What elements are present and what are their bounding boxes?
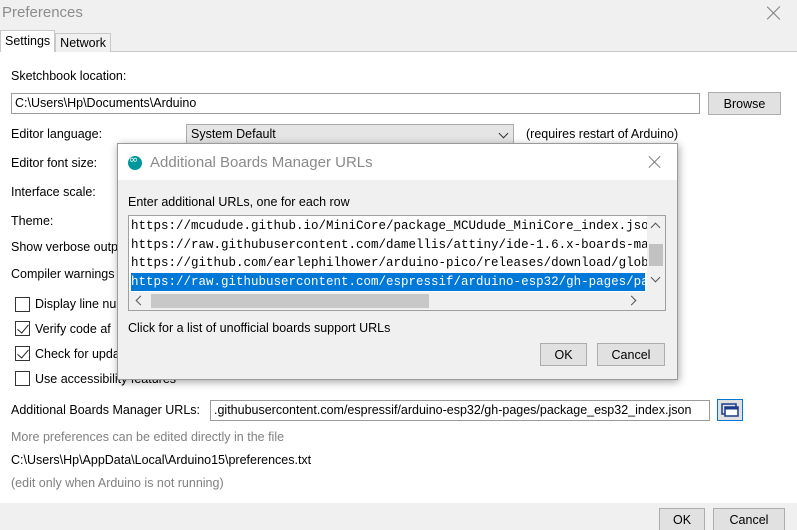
restart-note: (requires restart of Arduino)	[526, 127, 679, 141]
tab-settings[interactable]: Settings	[0, 30, 56, 52]
verbose-label: Show verbose outp	[11, 240, 119, 254]
tab-network[interactable]: Network	[55, 33, 112, 52]
display-line-numbers-checkbox[interactable]	[15, 297, 30, 312]
chevron-down-icon	[498, 128, 509, 139]
scroll-up-icon[interactable]	[650, 222, 661, 233]
scroll-down-icon[interactable]	[650, 272, 661, 283]
url-line: https://github.com/earlephilhower/arduin…	[131, 256, 666, 270]
more-prefs-note: More preferences can be edited directly …	[11, 430, 285, 444]
edit-note: (edit only when Arduino is not running)	[11, 476, 224, 490]
dialog-title: Additional Boards Manager URLs	[150, 154, 373, 171]
compiler-warnings-label: Compiler warnings	[11, 267, 115, 281]
window-list-icon	[721, 403, 739, 417]
vertical-scrollbar[interactable]	[647, 216, 665, 294]
scroll-left-icon[interactable]	[135, 295, 146, 306]
url-line: https://mcudude.github.io/MiniCore/packa…	[131, 219, 657, 233]
vertical-scroll-thumb[interactable]	[649, 244, 663, 266]
sketchbook-path-input[interactable]: C:\Users\Hp\Documents\Arduino	[11, 93, 700, 114]
theme-label: Theme:	[11, 214, 54, 228]
urls-textarea[interactable]: https://mcudude.github.io/MiniCore/packa…	[128, 215, 666, 311]
font-size-label: Editor font size:	[11, 156, 98, 170]
horizontal-scroll-thumb[interactable]	[151, 294, 429, 308]
interface-scale-label: Interface scale:	[11, 185, 96, 199]
accessibility-checkbox[interactable]	[15, 371, 30, 386]
check-updates-label: Check for upda	[35, 347, 120, 361]
window-title: Preferences	[2, 4, 83, 21]
display-line-numbers-label: Display line nu	[35, 297, 117, 311]
horizontal-scrollbar[interactable]	[129, 292, 647, 310]
prefs-file-path: C:\Users\Hp\AppData\Local\Arduino15\pref…	[11, 453, 312, 467]
editor-language-value: System Default	[191, 127, 276, 141]
editor-language-select[interactable]: System Default	[186, 124, 514, 145]
url-line: https://raw.githubusercontent.com/damell…	[131, 238, 665, 252]
check-updates-checkbox[interactable]	[15, 346, 30, 361]
dialog-ok-button[interactable]: OK	[540, 343, 587, 366]
verify-code-checkbox[interactable]	[15, 321, 30, 336]
edit-urls-button[interactable]	[717, 399, 743, 421]
scroll-right-icon[interactable]	[626, 295, 637, 306]
editor-language-label: Editor language:	[11, 127, 103, 141]
cancel-button[interactable]: Cancel	[713, 508, 785, 530]
boards-urls-dialog: Additional Boards Manager URLs Enter add…	[117, 143, 678, 380]
boards-urls-input[interactable]: .githubusercontent.com/espressif/arduino…	[210, 400, 710, 421]
dialog-instructions: Enter additional URLs, one for each row	[128, 195, 350, 209]
dialog-cancel-button[interactable]: Cancel	[597, 343, 665, 366]
verify-code-label: Verify code af	[35, 322, 111, 336]
arduino-logo-icon	[128, 153, 142, 170]
window-close-icon[interactable]	[765, 4, 783, 22]
dialog-close-icon[interactable]	[647, 154, 663, 170]
sketchbook-label: Sketchbook location:	[11, 69, 127, 83]
tab-bar: Settings Network	[0, 30, 112, 52]
browse-button[interactable]: Browse	[708, 92, 781, 115]
boards-urls-label: Additional Boards Manager URLs:	[11, 403, 200, 417]
unofficial-urls-link[interactable]: Click for a list of unofficial boards su…	[128, 321, 390, 335]
ok-button[interactable]: OK	[659, 508, 705, 530]
url-line-selected: https://raw.githubusercontent.com/espres…	[131, 273, 665, 291]
scrollbar-corner	[647, 292, 665, 310]
